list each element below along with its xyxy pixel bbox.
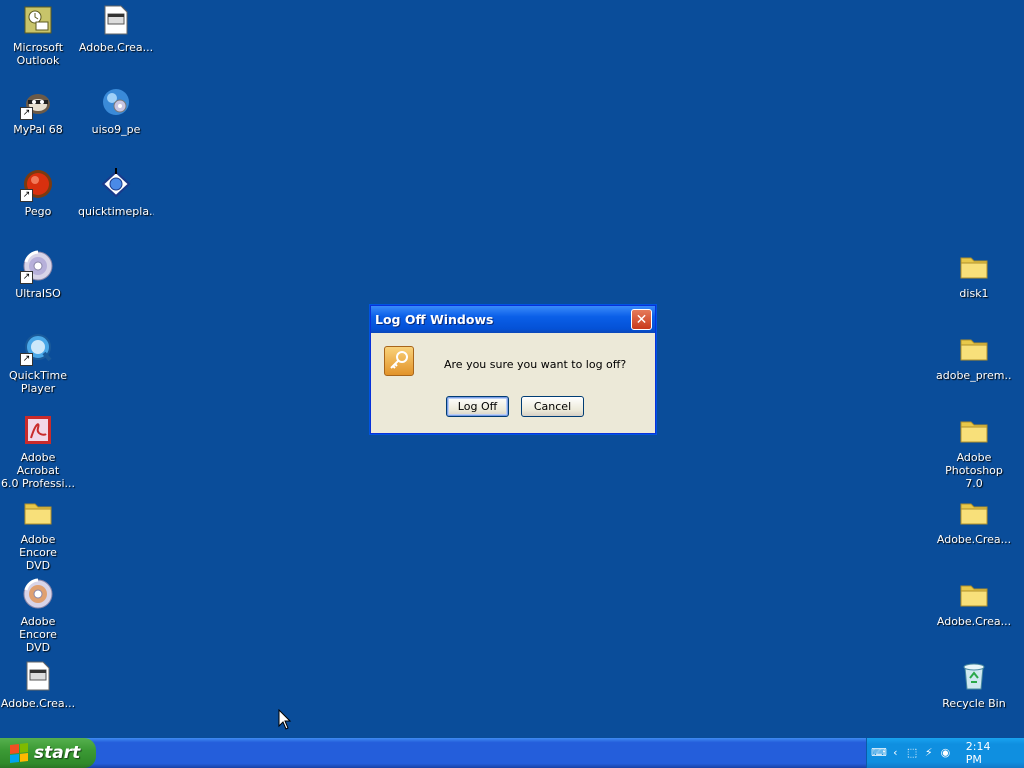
- desktop-icon-adobe-photoshop[interactable]: Adobe Photoshop 7.0: [936, 414, 1012, 490]
- mypal-icon: ↗: [20, 86, 54, 120]
- folder-icon: [958, 414, 990, 446]
- mouse-cursor-icon: [278, 708, 292, 735]
- quicktime-installer-icon: [100, 168, 132, 200]
- shortcut-arrow-icon: ↗: [20, 107, 33, 120]
- desktop-icon-adobe-crea-file[interactable]: Adobe.Crea...: [0, 660, 76, 710]
- desktop-icon-label: UltraISO: [15, 287, 61, 300]
- taskbar-clock: 2:14 PM: [965, 740, 991, 766]
- desktop-icon-microsoft-outlook[interactable]: Microsoft Outlook: [0, 4, 76, 67]
- desktop-icon-label: Adobe Encore DVD: [19, 615, 57, 654]
- dialog-message: Are you sure you want to log off?: [444, 358, 627, 371]
- volume-icon[interactable]: ◉: [939, 746, 952, 760]
- desktop-icon-quicktime-player[interactable]: ↗ QuickTime Player: [0, 332, 76, 395]
- desktop-icon-label: Adobe.Crea...: [78, 41, 154, 54]
- desktop-icon-quicktimeplayer-installer[interactable]: quicktimepla...: [78, 168, 154, 218]
- desktop-icon-adobe-crea-file-2[interactable]: Adobe.Crea...: [78, 4, 154, 54]
- desktop-icon-ultraiso[interactable]: ↗ UltraISO: [0, 250, 76, 300]
- desktop-icon-adobe-crea-folder-1[interactable]: Adobe.Crea...: [936, 496, 1012, 546]
- desktop-icon-mypal[interactable]: ↗ MyPal 68: [0, 86, 76, 136]
- desktop-icon-adobe-acrobat[interactable]: Adobe Acrobat 6.0 Professi...: [0, 414, 76, 490]
- desktop-icon-label: uiso9_pe: [91, 123, 141, 136]
- log-off-button[interactable]: Log Off: [446, 396, 509, 417]
- desktop-icon-label: QuickTime Player: [8, 369, 68, 395]
- desktop-icon-label: Microsoft Outlook: [12, 41, 64, 67]
- taskbar: start ⌨ ‹ ⬚ ⚡ ◉ 2:14 PM: [0, 738, 1024, 768]
- desktop: Microsoft Outlook ↗ MyPal 68 ↗ Pego ↗ Ul…: [0, 0, 1024, 768]
- network-icon[interactable]: ⬚: [906, 746, 919, 760]
- file-icon: [22, 660, 54, 692]
- desktop-icon-adobe-prem[interactable]: adobe_prem...: [936, 332, 1012, 382]
- desktop-icon-label: quicktimepla...: [78, 205, 154, 218]
- close-icon: ✕: [635, 311, 648, 328]
- desktop-icon-label: Adobe Acrobat 6.0 Professi...: [0, 451, 76, 490]
- desktop-icon-pego[interactable]: ↗ Pego: [0, 168, 76, 218]
- desktop-icon-adobe-encore-disc[interactable]: Adobe Encore DVD: [0, 578, 76, 654]
- folder-icon: [958, 250, 990, 282]
- desktop-icon-disk1[interactable]: disk1: [936, 250, 1012, 300]
- connection-icon[interactable]: ⚡: [922, 746, 935, 760]
- desktop-icon-label: Adobe.Crea...: [936, 615, 1012, 628]
- installer-icon: [100, 86, 132, 118]
- desktop-icon-adobe-encore-folder[interactable]: Adobe Encore DVD: [0, 496, 76, 572]
- close-button[interactable]: ✕: [631, 309, 652, 330]
- outlook-icon: [22, 4, 54, 36]
- chevron-left-icon[interactable]: ‹: [889, 746, 902, 760]
- folder-icon: [958, 332, 990, 364]
- desktop-icon-label: Adobe Photoshop 7.0: [945, 451, 1003, 490]
- quicktime-icon: ↗: [20, 332, 54, 366]
- dialog-titlebar[interactable]: Log Off Windows ✕: [371, 306, 655, 333]
- folder-icon: [958, 496, 990, 528]
- dialog-title: Log Off Windows: [375, 312, 494, 327]
- desktop-icon-uiso9-pe[interactable]: uiso9_pe: [78, 86, 154, 136]
- shortcut-arrow-icon: ↗: [20, 271, 33, 284]
- dialog-body: Are you sure you want to log off? Log Of…: [371, 333, 655, 432]
- start-button[interactable]: start: [0, 738, 96, 768]
- pego-icon: ↗: [20, 168, 54, 202]
- desktop-icon-label: Adobe.Crea...: [0, 697, 76, 710]
- desktop-icon-label: Recycle Bin: [942, 697, 1006, 710]
- keyboard-icon[interactable]: ⌨: [871, 746, 887, 760]
- log-off-dialog: Log Off Windows ✕ Are you sure you want …: [370, 305, 656, 434]
- acrobat-icon: [22, 414, 54, 446]
- desktop-icon-adobe-crea-folder-2[interactable]: Adobe.Crea...: [936, 578, 1012, 628]
- windows-logo-icon: [10, 743, 28, 763]
- cancel-button[interactable]: Cancel: [521, 396, 584, 417]
- disc-icon: ↗: [20, 250, 54, 284]
- desktop-icon-label: disk1: [959, 287, 989, 300]
- recycle-bin-icon: [958, 660, 990, 692]
- folder-icon: [958, 578, 990, 610]
- desktop-icon-label: Adobe Encore DVD: [19, 533, 57, 572]
- shortcut-arrow-icon: ↗: [20, 353, 33, 366]
- desktop-icon-label: Pego: [24, 205, 52, 218]
- disc-icon: [22, 578, 54, 610]
- folder-icon: [22, 496, 54, 528]
- desktop-icon-recycle-bin[interactable]: Recycle Bin: [936, 660, 1012, 710]
- system-tray: ⌨ ‹ ⬚ ⚡ ◉ 2:14 PM: [866, 738, 1024, 768]
- file-icon: [100, 4, 132, 36]
- desktop-icon-label: MyPal 68: [13, 123, 63, 136]
- desktop-icon-label: Adobe.Crea...: [936, 533, 1012, 546]
- key-icon: [384, 346, 414, 376]
- shortcut-arrow-icon: ↗: [20, 189, 33, 202]
- desktop-icon-label: adobe_prem...: [936, 369, 1012, 382]
- start-label: start: [34, 743, 81, 763]
